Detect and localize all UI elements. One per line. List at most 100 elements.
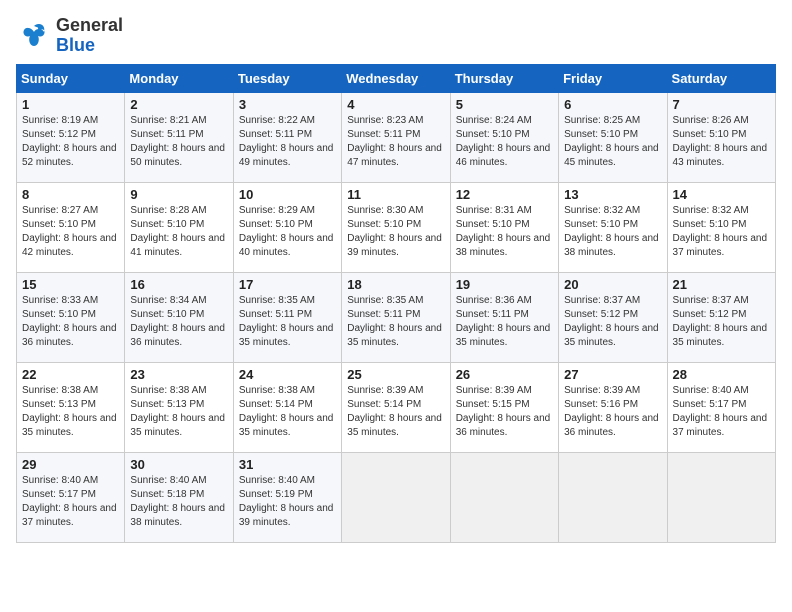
day-number: 30 bbox=[130, 457, 227, 472]
calendar-cell: 26 Sunrise: 8:39 AM Sunset: 5:15 PM Dayli… bbox=[450, 362, 558, 452]
cell-info: Sunrise: 8:40 AM Sunset: 5:17 PM Dayligh… bbox=[673, 384, 770, 440]
cell-info: Sunrise: 8:37 AM Sunset: 5:12 PM Dayligh… bbox=[673, 294, 770, 350]
day-number: 14 bbox=[673, 187, 770, 202]
calendar-cell bbox=[342, 452, 450, 542]
day-number: 22 bbox=[22, 367, 119, 382]
cell-info: Sunrise: 8:37 AM Sunset: 5:12 PM Dayligh… bbox=[564, 294, 661, 350]
day-number: 1 bbox=[22, 97, 119, 112]
cell-info: Sunrise: 8:35 AM Sunset: 5:11 PM Dayligh… bbox=[239, 294, 336, 350]
calendar-cell: 24 Sunrise: 8:38 AM Sunset: 5:14 PM Dayli… bbox=[233, 362, 341, 452]
cell-info: Sunrise: 8:26 AM Sunset: 5:10 PM Dayligh… bbox=[673, 114, 770, 170]
cell-info: Sunrise: 8:29 AM Sunset: 5:10 PM Dayligh… bbox=[239, 204, 336, 260]
cell-info: Sunrise: 8:39 AM Sunset: 5:15 PM Dayligh… bbox=[456, 384, 553, 440]
calendar-cell: 21 Sunrise: 8:37 AM Sunset: 5:12 PM Dayli… bbox=[667, 272, 775, 362]
calendar-cell: 3 Sunrise: 8:22 AM Sunset: 5:11 PM Daylig… bbox=[233, 92, 341, 182]
cell-info: Sunrise: 8:38 AM Sunset: 5:13 PM Dayligh… bbox=[130, 384, 227, 440]
cell-info: Sunrise: 8:27 AM Sunset: 5:10 PM Dayligh… bbox=[22, 204, 119, 260]
cell-info: Sunrise: 8:38 AM Sunset: 5:14 PM Dayligh… bbox=[239, 384, 336, 440]
calendar-cell: 22 Sunrise: 8:38 AM Sunset: 5:13 PM Dayli… bbox=[17, 362, 125, 452]
cell-info: Sunrise: 8:40 AM Sunset: 5:19 PM Dayligh… bbox=[239, 474, 336, 530]
cell-info: Sunrise: 8:31 AM Sunset: 5:10 PM Dayligh… bbox=[456, 204, 553, 260]
calendar-cell bbox=[667, 452, 775, 542]
day-number: 31 bbox=[239, 457, 336, 472]
calendar-cell: 29 Sunrise: 8:40 AM Sunset: 5:17 PM Dayli… bbox=[17, 452, 125, 542]
cell-info: Sunrise: 8:21 AM Sunset: 5:11 PM Dayligh… bbox=[130, 114, 227, 170]
calendar-cell bbox=[450, 452, 558, 542]
day-number: 6 bbox=[564, 97, 661, 112]
col-header-friday: Friday bbox=[559, 64, 667, 92]
calendar-cell: 1Sunrise: 8:19 AM Sunset: 5:12 PM Daylig… bbox=[17, 92, 125, 182]
calendar-cell: 30 Sunrise: 8:40 AM Sunset: 5:18 PM Dayli… bbox=[125, 452, 233, 542]
calendar-cell: 2 Sunrise: 8:21 AM Sunset: 5:11 PM Daylig… bbox=[125, 92, 233, 182]
logo: General Blue bbox=[16, 16, 123, 56]
calendar-cell: 11 Sunrise: 8:30 AM Sunset: 5:10 PM Dayli… bbox=[342, 182, 450, 272]
day-number: 11 bbox=[347, 187, 444, 202]
day-number: 16 bbox=[130, 277, 227, 292]
calendar-cell: 16 Sunrise: 8:34 AM Sunset: 5:10 PM Dayli… bbox=[125, 272, 233, 362]
cell-info: Sunrise: 8:28 AM Sunset: 5:10 PM Dayligh… bbox=[130, 204, 227, 260]
calendar-cell: 31 Sunrise: 8:40 AM Sunset: 5:19 PM Dayli… bbox=[233, 452, 341, 542]
calendar-cell: 4 Sunrise: 8:23 AM Sunset: 5:11 PM Daylig… bbox=[342, 92, 450, 182]
calendar-cell: 9 Sunrise: 8:28 AM Sunset: 5:10 PM Daylig… bbox=[125, 182, 233, 272]
calendar-cell: 5 Sunrise: 8:24 AM Sunset: 5:10 PM Daylig… bbox=[450, 92, 558, 182]
col-header-wednesday: Wednesday bbox=[342, 64, 450, 92]
day-number: 25 bbox=[347, 367, 444, 382]
day-number: 8 bbox=[22, 187, 119, 202]
cell-info: Sunrise: 8:40 AM Sunset: 5:17 PM Dayligh… bbox=[22, 474, 119, 530]
calendar-cell: 18Sunrise: 8:35 AM Sunset: 5:11 PM Dayli… bbox=[342, 272, 450, 362]
cell-info: Sunrise: 8:38 AM Sunset: 5:13 PM Dayligh… bbox=[22, 384, 119, 440]
cell-info: Sunrise: 8:30 AM Sunset: 5:10 PM Dayligh… bbox=[347, 204, 444, 260]
col-header-tuesday: Tuesday bbox=[233, 64, 341, 92]
logo-bird-icon bbox=[16, 18, 52, 54]
day-number: 7 bbox=[673, 97, 770, 112]
day-number: 3 bbox=[239, 97, 336, 112]
calendar-table: SundayMondayTuesdayWednesdayThursdayFrid… bbox=[16, 64, 776, 543]
calendar-cell bbox=[559, 452, 667, 542]
calendar-cell: 19 Sunrise: 8:36 AM Sunset: 5:11 PM Dayli… bbox=[450, 272, 558, 362]
day-number: 4 bbox=[347, 97, 444, 112]
cell-info: Sunrise: 8:32 AM Sunset: 5:10 PM Dayligh… bbox=[673, 204, 770, 260]
calendar-cell: 20Sunrise: 8:37 AM Sunset: 5:12 PM Dayli… bbox=[559, 272, 667, 362]
cell-info: Sunrise: 8:39 AM Sunset: 5:14 PM Dayligh… bbox=[347, 384, 444, 440]
day-number: 13 bbox=[564, 187, 661, 202]
day-number: 5 bbox=[456, 97, 553, 112]
day-number: 9 bbox=[130, 187, 227, 202]
cell-info: Sunrise: 8:34 AM Sunset: 5:10 PM Dayligh… bbox=[130, 294, 227, 350]
cell-info: Sunrise: 8:35 AM Sunset: 5:11 PM Dayligh… bbox=[347, 294, 444, 350]
day-number: 12 bbox=[456, 187, 553, 202]
cell-info: Sunrise: 8:22 AM Sunset: 5:11 PM Dayligh… bbox=[239, 114, 336, 170]
calendar-cell: 7 Sunrise: 8:26 AM Sunset: 5:10 PM Daylig… bbox=[667, 92, 775, 182]
col-header-monday: Monday bbox=[125, 64, 233, 92]
day-number: 26 bbox=[456, 367, 553, 382]
day-number: 15 bbox=[22, 277, 119, 292]
cell-info: Sunrise: 8:23 AM Sunset: 5:11 PM Dayligh… bbox=[347, 114, 444, 170]
cell-info: Sunrise: 8:24 AM Sunset: 5:10 PM Dayligh… bbox=[456, 114, 553, 170]
day-number: 24 bbox=[239, 367, 336, 382]
day-number: 21 bbox=[673, 277, 770, 292]
day-number: 19 bbox=[456, 277, 553, 292]
calendar-cell: 10Sunrise: 8:29 AM Sunset: 5:10 PM Dayli… bbox=[233, 182, 341, 272]
logo-line2: Blue bbox=[56, 36, 123, 56]
day-number: 17 bbox=[239, 277, 336, 292]
calendar-cell: 14 Sunrise: 8:32 AM Sunset: 5:10 PM Dayli… bbox=[667, 182, 775, 272]
header: General Blue bbox=[16, 16, 776, 56]
calendar-cell: 8 Sunrise: 8:27 AM Sunset: 5:10 PM Daylig… bbox=[17, 182, 125, 272]
cell-info: Sunrise: 8:32 AM Sunset: 5:10 PM Dayligh… bbox=[564, 204, 661, 260]
cell-info: Sunrise: 8:33 AM Sunset: 5:10 PM Dayligh… bbox=[22, 294, 119, 350]
day-number: 23 bbox=[130, 367, 227, 382]
calendar-cell: 28 Sunrise: 8:40 AM Sunset: 5:17 PM Dayli… bbox=[667, 362, 775, 452]
col-header-sunday: Sunday bbox=[17, 64, 125, 92]
day-number: 27 bbox=[564, 367, 661, 382]
cell-info: Sunrise: 8:40 AM Sunset: 5:18 PM Dayligh… bbox=[130, 474, 227, 530]
cell-info: Sunrise: 8:36 AM Sunset: 5:11 PM Dayligh… bbox=[456, 294, 553, 350]
cell-info: Sunrise: 8:25 AM Sunset: 5:10 PM Dayligh… bbox=[564, 114, 661, 170]
col-header-thursday: Thursday bbox=[450, 64, 558, 92]
cell-info: Sunrise: 8:39 AM Sunset: 5:16 PM Dayligh… bbox=[564, 384, 661, 440]
calendar-cell: 17 Sunrise: 8:35 AM Sunset: 5:11 PM Dayli… bbox=[233, 272, 341, 362]
day-number: 2 bbox=[130, 97, 227, 112]
day-number: 29 bbox=[22, 457, 119, 472]
calendar-cell: 23 Sunrise: 8:38 AM Sunset: 5:13 PM Dayli… bbox=[125, 362, 233, 452]
calendar-cell: 27 Sunrise: 8:39 AM Sunset: 5:16 PM Dayli… bbox=[559, 362, 667, 452]
calendar-cell: 25 Sunrise: 8:39 AM Sunset: 5:14 PM Dayli… bbox=[342, 362, 450, 452]
day-number: 28 bbox=[673, 367, 770, 382]
